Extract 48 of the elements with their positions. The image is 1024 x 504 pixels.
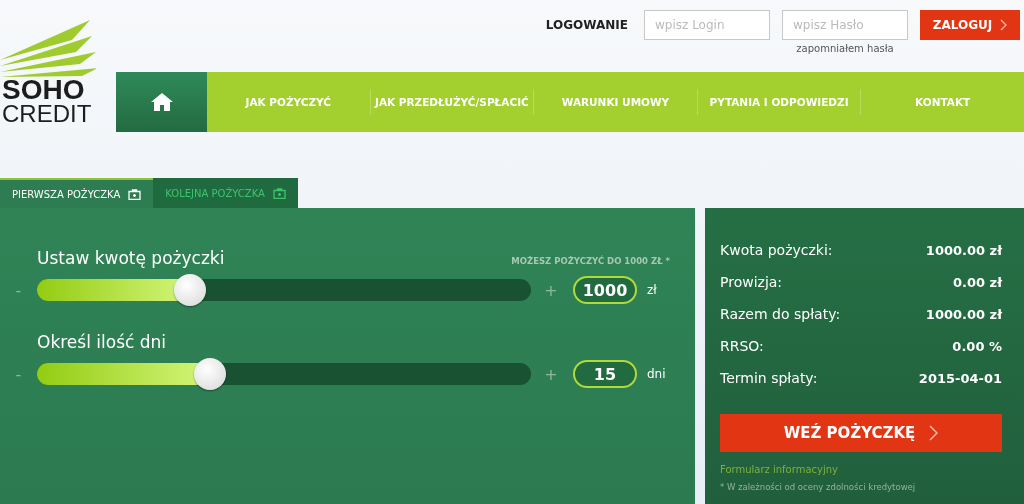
summary-value: 2015-04-01: [918, 370, 1002, 386]
limit-note: MOŻESZ POŻYCZYĆ DO 1000 ZŁ *: [511, 256, 670, 266]
chevron-icon: [929, 425, 939, 441]
home-icon: [150, 92, 173, 112]
slider-thumb[interactable]: [193, 358, 226, 390]
login-label: LOGOWANIE: [545, 18, 628, 32]
summary-value: 1000.00 zł: [925, 306, 1002, 322]
briefcase-icon: [272, 187, 286, 199]
unit-label: dni: [647, 367, 666, 381]
summary-label: Kwota pożyczki:: [720, 242, 833, 258]
slider-label: Określ ilość dni: [37, 332, 167, 352]
nav-item[interactable]: JAK POŻYCZYĆ: [207, 96, 370, 108]
nav-item[interactable]: PYTANIA I ODPOWIEDZI: [697, 96, 861, 108]
value-field[interactable]: 1000: [573, 276, 637, 304]
footnote: * W zależności od oceny zdolności kredytowej: [720, 482, 917, 492]
nav-item[interactable]: WARUNKI UMOWY: [534, 96, 697, 108]
login-field[interactable]: wpisz Login: [644, 10, 770, 40]
forgot-password-link[interactable]: zapomniałem hasła: [796, 43, 894, 54]
summary-value: 1000.00 zł: [925, 242, 1002, 258]
login-button[interactable]: ZALOGUJ: [920, 10, 1020, 40]
slider-thumb[interactable]: [174, 274, 207, 306]
slider-label: Ustaw kwotę pożyczki: [37, 248, 225, 268]
chevron-icon: [1000, 19, 1008, 31]
tab[interactable]: KOLEJNA POŻYCZKA: [153, 178, 298, 208]
home-button[interactable]: [116, 72, 207, 132]
password-field[interactable]: wpisz Hasło: [782, 10, 908, 40]
minus-button[interactable]: -: [0, 280, 37, 300]
plus-button[interactable]: +: [531, 364, 571, 384]
info-link[interactable]: Formularz informacyjny: [720, 464, 1002, 475]
summary-label: Razem do spłaty:: [720, 306, 841, 322]
apply-button[interactable]: WEŹ POŻYCZKĘ: [720, 414, 1002, 452]
logo-subtext: CREDIT: [2, 102, 93, 126]
plus-button[interactable]: +: [531, 280, 571, 300]
logo-text: SOHO: [2, 78, 86, 102]
summary-label: RRSO:: [720, 338, 764, 354]
value-field[interactable]: 15: [573, 360, 637, 388]
unit-label: zł: [647, 283, 657, 297]
summary-label: Termin spłaty:: [720, 370, 818, 386]
slider-track[interactable]: [37, 358, 531, 390]
slider-track[interactable]: [37, 274, 531, 306]
summary-value: 0.00 zł: [953, 274, 1002, 290]
nav-item[interactable]: KONTAKT: [861, 96, 1024, 108]
tab[interactable]: PIERWSZA POŻYCZKA: [0, 178, 154, 208]
nav-item[interactable]: JAK PRZEDŁUŻYĆ/SPŁACIĆ: [370, 96, 534, 108]
summary-label: Prowizja:: [720, 274, 783, 290]
minus-button[interactable]: -: [0, 364, 37, 384]
briefcase-icon: [128, 188, 142, 200]
summary-value: 0.00 %: [952, 338, 1002, 354]
